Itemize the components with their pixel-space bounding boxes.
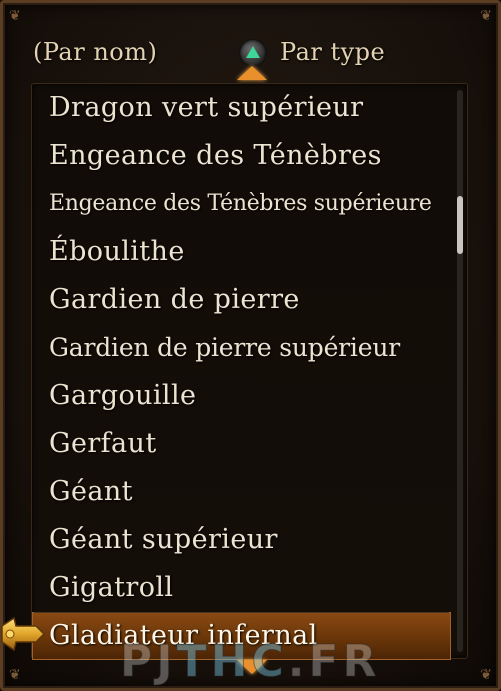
ornament-icon: ❦ [480,667,492,683]
list-item[interactable]: Géant [32,468,451,516]
ornament-icon: ❦ [9,8,21,24]
list-item[interactable]: Géant supérieur [32,516,451,564]
sort-by-name-option[interactable]: (Par nom) [33,38,157,66]
list-item[interactable]: Gigatroll [32,564,451,612]
watermark-left: PJ [120,636,177,688]
triangle-button-icon[interactable] [240,40,266,66]
list-item[interactable]: Gargouille [32,372,451,420]
site-watermark: PJTHC.FR [120,636,381,688]
bestiary-list: Dragon vert supérieur Engeance des Ténèb… [31,83,468,660]
list-item[interactable]: Gerfaut [32,420,451,468]
list-item[interactable]: Engeance des Ténèbres [32,132,451,180]
list-items: Dragon vert supérieur Engeance des Ténèb… [32,84,451,660]
watermark-right: .FR [287,636,381,688]
ornament-icon: ❦ [9,667,21,683]
scrollbar[interactable] [457,90,463,652]
scrollbar-thumb[interactable] [457,196,463,254]
scroll-up-arrow-icon[interactable] [237,66,267,80]
watermark-middle: THC [176,636,288,688]
list-item[interactable]: Gardien de pierre supérieur [32,324,451,372]
list-item[interactable]: Éboulithe [32,228,451,276]
list-item[interactable]: Gardien de pierre [32,276,451,324]
list-item[interactable]: Engeance des Ténèbres supérieure [32,180,451,228]
divider [34,612,449,613]
sort-by-type-option[interactable]: Par type [280,38,385,66]
list-item[interactable]: Dragon vert supérieur [32,84,451,132]
pointing-hand-cursor-icon [1,616,46,652]
ornament-icon: ❦ [480,8,492,24]
